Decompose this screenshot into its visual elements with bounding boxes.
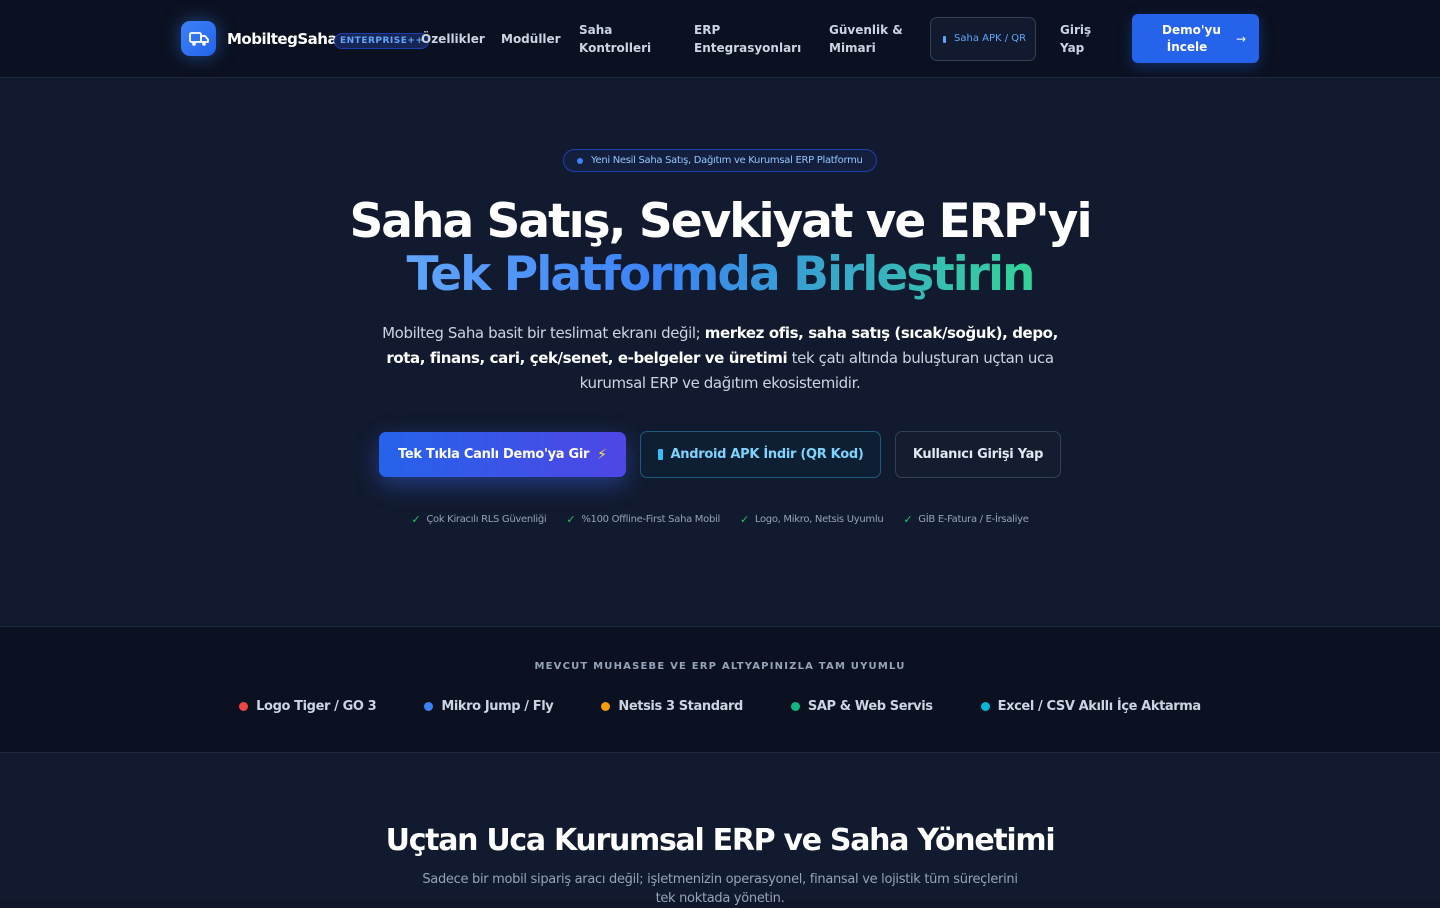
integrations-list: Logo Tiger / GO 3 Mikro Jump / Fly Netsi…	[0, 699, 1440, 714]
brand-logo-link[interactable]: MobiltegSaha	[181, 21, 338, 56]
nav-apk-qr-button[interactable]: Saha APK / QR	[930, 17, 1036, 61]
integration-item: Excel / CSV Akıllı İçe Aktarma	[980, 699, 1202, 714]
nav-link-security[interactable]: Güvenlik & Mimari	[829, 21, 903, 57]
hero-announcement-pill: Yeni Nesil Saha Satış, Dağıtım ve Kurums…	[563, 149, 877, 172]
integration-item: Mikro Jump / Fly	[424, 699, 554, 714]
nav-link-field-controls[interactable]: Saha Kontrolleri	[579, 21, 651, 57]
integration-label: Logo Tiger / GO 3	[256, 699, 377, 714]
integration-item: SAP & Web Servis	[790, 699, 933, 714]
check-item: ✓ GİB E-Fatura / E-İrsaliye	[903, 513, 1029, 526]
checkmark-icon: ✓	[411, 513, 421, 526]
nav-link-erp-integrations[interactable]: ERP Entegrasyonları	[694, 21, 801, 57]
status-dot-icon	[424, 702, 434, 711]
user-login-label: Kullanıcı Girişi Yap	[912, 447, 1044, 462]
nav-link-features[interactable]: Özellikler	[421, 30, 485, 48]
integration-label: Netsis 3 Standard	[618, 699, 743, 714]
dot-icon	[577, 157, 583, 164]
integrations-strip: MEVCUT MUHASEBE VE ERP ALTYAPINIZLA TAM …	[0, 626, 1440, 753]
status-dot-icon	[601, 702, 611, 711]
phone-icon	[943, 35, 946, 43]
android-apk-label: Android APK İndir (QR Kod)	[670, 447, 864, 462]
hero-pill-text: Yeni Nesil Saha Satış, Dağıtım ve Kurums…	[591, 155, 863, 166]
checkmark-icon: ✓	[566, 513, 576, 526]
status-dot-icon	[790, 702, 800, 711]
section-subtitle: Sadece bir mobil sipariş aracı değil; iş…	[422, 872, 1018, 906]
arrow-right-icon: →	[1236, 31, 1247, 46]
check-item: ✓ Logo, Mikro, Netsis Uyumlu	[739, 513, 884, 526]
status-dot-icon	[980, 702, 990, 711]
live-demo-label: Tek Tıkla Canlı Demo'ya Gir	[398, 447, 590, 462]
integration-label: Mikro Jump / Fly	[441, 699, 554, 714]
integration-label: SAP & Web Servis	[807, 699, 933, 714]
hero-feature-checks: ✓ Çok Kiracılı RLS Güvenliği ✓ %100 Offlin…	[0, 513, 1440, 526]
hero-subtitle-part1: Mobilteg Saha basit bir teslimat ekranı …	[382, 324, 705, 342]
integrations-title: MEVCUT MUHASEBE VE ERP ALTYAPINIZLA TAM …	[534, 661, 906, 672]
live-demo-button[interactable]: Tek Tıkla Canlı Demo'ya Gir ⚡	[379, 432, 626, 477]
nav-apk-label: Saha APK / QR	[954, 33, 1027, 44]
integration-item: Logo Tiger / GO 3	[239, 699, 377, 714]
check-label: Çok Kiracılı RLS Güvenliği	[426, 514, 547, 525]
nav-demo-label: Demo'yu İncele	[1162, 22, 1221, 54]
brand-name: MobiltegSaha	[227, 29, 338, 48]
check-label: Logo, Mikro, Netsis Uyumlu	[754, 514, 884, 525]
status-dot-icon	[239, 702, 249, 711]
nav-link-modules[interactable]: Modüller	[501, 30, 561, 48]
hero-title-line2: Tek Platformda Birleştirin	[0, 249, 1440, 301]
android-apk-button[interactable]: Android APK İndir (QR Kod)	[640, 431, 881, 478]
check-label: %100 Offline-First Saha Mobil	[581, 514, 720, 525]
integration-label: Excel / CSV Akıllı İçe Aktarma	[997, 699, 1202, 714]
check-label: GİB E-Fatura / E-İrsaliye	[918, 514, 1029, 525]
truck-icon	[181, 21, 216, 56]
lightning-icon: ⚡	[597, 446, 607, 463]
nav-demo-button[interactable]: Demo'yu İncele →	[1132, 14, 1259, 63]
enterprise-badge: ENTERPRISE++	[334, 33, 430, 49]
hero-subtitle: Mobilteg Saha basit bir teslimat ekranı …	[370, 321, 1070, 396]
checkmark-icon: ✓	[903, 513, 913, 526]
check-item: ✓ %100 Offline-First Saha Mobil	[566, 513, 720, 526]
user-login-button[interactable]: Kullanıcı Girişi Yap	[895, 431, 1061, 478]
integration-item: Netsis 3 Standard	[601, 699, 743, 714]
section-title: Uçtan Uca Kurumsal ERP ve Saha Yönetimi	[385, 823, 1056, 858]
phone-icon	[657, 449, 663, 460]
checkmark-icon: ✓	[739, 513, 749, 526]
top-navbar: MobiltegSaha ENTERPRISE++ Özellikler Mod…	[0, 0, 1440, 78]
nav-login-link[interactable]: Giriş Yap	[1060, 21, 1100, 57]
check-item: ✓ Çok Kiracılı RLS Güvenliği	[411, 513, 546, 526]
erp-management-section: Uçtan Uca Kurumsal ERP ve Saha Yönetimi …	[0, 753, 1440, 906]
hero-title-line1: Saha Satış, Sevkiyat ve ERP'yi	[349, 194, 1092, 249]
hero-section: Yeni Nesil Saha Satış, Dağıtım ve Kurums…	[0, 78, 1440, 626]
hero-title-gradient: Tek Platformda Birleştirin	[406, 247, 1035, 302]
